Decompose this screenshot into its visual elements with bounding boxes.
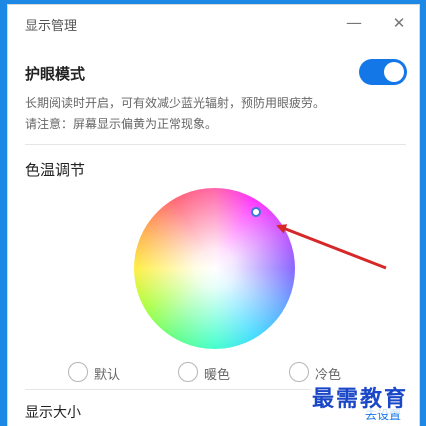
radio-circle bbox=[178, 362, 198, 382]
radio-label: 默认 bbox=[94, 368, 121, 383]
display-size-title: 显示大小 bbox=[25, 405, 81, 421]
radio-circle bbox=[289, 362, 309, 382]
annotation-arrow bbox=[276, 224, 387, 270]
radio-circle bbox=[68, 362, 88, 382]
watermark: 最需教育 bbox=[310, 381, 411, 413]
radio-label: 暖色 bbox=[204, 368, 231, 383]
display-management-window: 显示管理 — ✕ 护眼模式 长期阅读时开启，可有效减少蓝光辐射，预防用眼疲劳。 … bbox=[7, 4, 420, 426]
